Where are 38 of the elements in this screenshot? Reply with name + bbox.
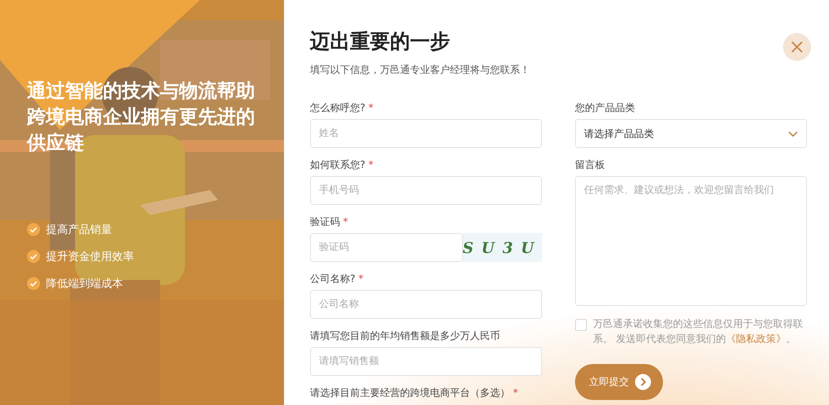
promo-headline: 通过智能的技术与物流帮助跨境电商企业拥有更先进的供应链	[27, 79, 255, 156]
consent-text: 万邑通承诺收集您的这些信息仅用于与您取得联系。 发送即代表您同意我们的《隐私政策》。	[593, 318, 804, 347]
input-field[interactable]: 手机号码	[310, 176, 542, 205]
required-mark: *	[368, 160, 374, 170]
field-label: 验证码	[310, 216, 340, 229]
field-label: 请选择目前主要经营的跨境电商平台（多选）	[310, 386, 510, 400]
chevron-down-icon	[788, 130, 798, 136]
field-label: 如何联系您?	[310, 158, 366, 172]
required-mark: *	[368, 102, 374, 114]
required-mark: *	[358, 274, 364, 284]
check-circle-icon	[27, 277, 40, 290]
close-button[interactable]	[783, 33, 811, 61]
field-label: 您的产品品类	[575, 102, 635, 115]
field-label: 留言板	[575, 158, 605, 172]
select-field[interactable]: 请选择产品品类	[575, 119, 807, 148]
field-label: 怎么称呼您?	[310, 102, 366, 115]
message-field[interactable]: 任何需求、建议或想法，欢迎您留言给我们	[575, 176, 807, 306]
form-subtitle: 填写以下信息，万邑通专业客户经理将与您联系！	[310, 64, 531, 77]
required-mark: *	[343, 216, 348, 228]
form-title: 迈出重要的一步	[310, 28, 450, 55]
required-mark: *	[513, 388, 518, 398]
captcha-image[interactable]: SU3U	[462, 233, 542, 262]
field-label: 公司名称?	[310, 273, 356, 286]
input-field[interactable]: 公司名称	[310, 290, 542, 319]
consent-checkbox[interactable]	[575, 319, 587, 331]
submit-button[interactable]: 立即提交	[575, 364, 663, 400]
check-circle-icon	[27, 250, 40, 263]
check-circle-icon	[27, 223, 40, 236]
input-field[interactable]: 请填写销售额	[310, 347, 542, 376]
input-field[interactable]: 验证码	[310, 233, 463, 262]
privacy-link[interactable]: 《隐私政策》	[726, 334, 786, 345]
benefit-text: 提升资金使用效率	[46, 249, 134, 264]
close-icon	[791, 41, 803, 53]
benefit-text: 降低端到端成本	[46, 276, 123, 291]
benefit-text: 提高产品销量	[46, 222, 112, 237]
field-label: 请填写您目前的年均销售额是多少万人民币	[310, 330, 500, 343]
input-field[interactable]: 姓名	[310, 119, 542, 148]
chevron-right-circle-icon	[635, 374, 651, 390]
